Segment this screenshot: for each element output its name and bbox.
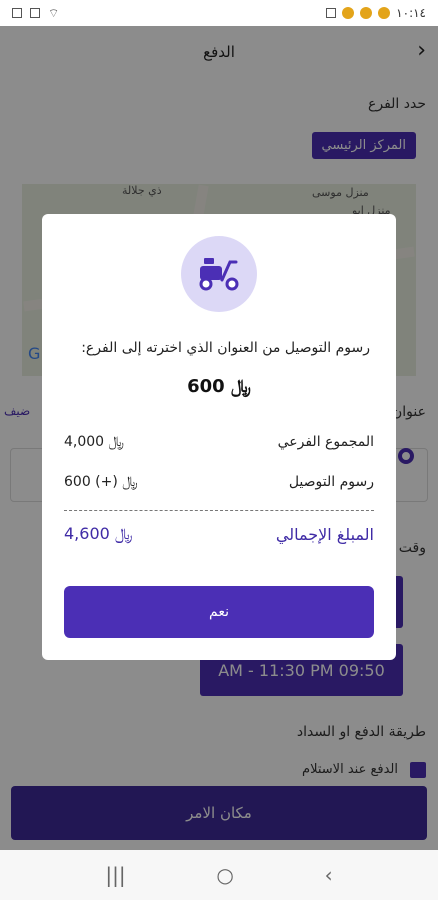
recent-apps-icon[interactable]: ||| [105,863,125,887]
image-icon [12,8,22,18]
status-time: ١٠:١٤ [396,6,426,20]
subtotal-label: المجموع الفرعي [277,434,374,450]
status-right: ١٠:١٤ [326,6,426,20]
ok-button[interactable]: نعم [64,586,374,638]
delivery-fee-value: ﷼ (+) 600 [64,474,138,490]
total-row: ﷼ 4,600 المبلغ الإجمالي [64,522,374,546]
sim-icon [30,8,40,18]
scooter-icon [181,236,257,312]
total-value: ﷼ 4,600 [64,524,133,543]
delivery-fee-amount: ﷼ 600 [42,376,396,397]
delivery-fee-dialog: رسوم التوصيل من العنوان الذي اخترته إلى … [42,214,396,660]
delivery-fee-message: رسوم التوصيل من العنوان الذي اخترته إلى … [81,340,370,356]
system-nav-bar: ||| ○ ‹ [0,850,438,900]
back-nav-icon[interactable]: ‹ [325,863,333,887]
home-icon[interactable]: ○ [216,863,233,887]
notification-dot-icon [360,7,373,19]
notification-dot-icon [342,7,355,19]
subtotal-row: ﷼ 4,000 المجموع الفرعي [64,430,374,454]
delivery-fee-label: رسوم التوصيل [288,474,374,490]
delivery-fee-row: ﷼ (+) 600 رسوم التوصيل [64,470,374,494]
wifi-icon: ⌔ [48,5,60,20]
status-bar: ⌔ ١٠:١٤ [0,0,438,26]
fee-value: 600 [187,376,225,397]
currency-symbol: ﷼ [230,376,251,397]
notification-dot-icon [378,7,391,19]
divider [64,510,374,511]
gallery-icon [326,8,337,18]
status-left: ⌔ [12,6,59,21]
total-label: المبلغ الإجمالي [275,524,374,544]
subtotal-value: ﷼ 4,000 [64,434,125,450]
